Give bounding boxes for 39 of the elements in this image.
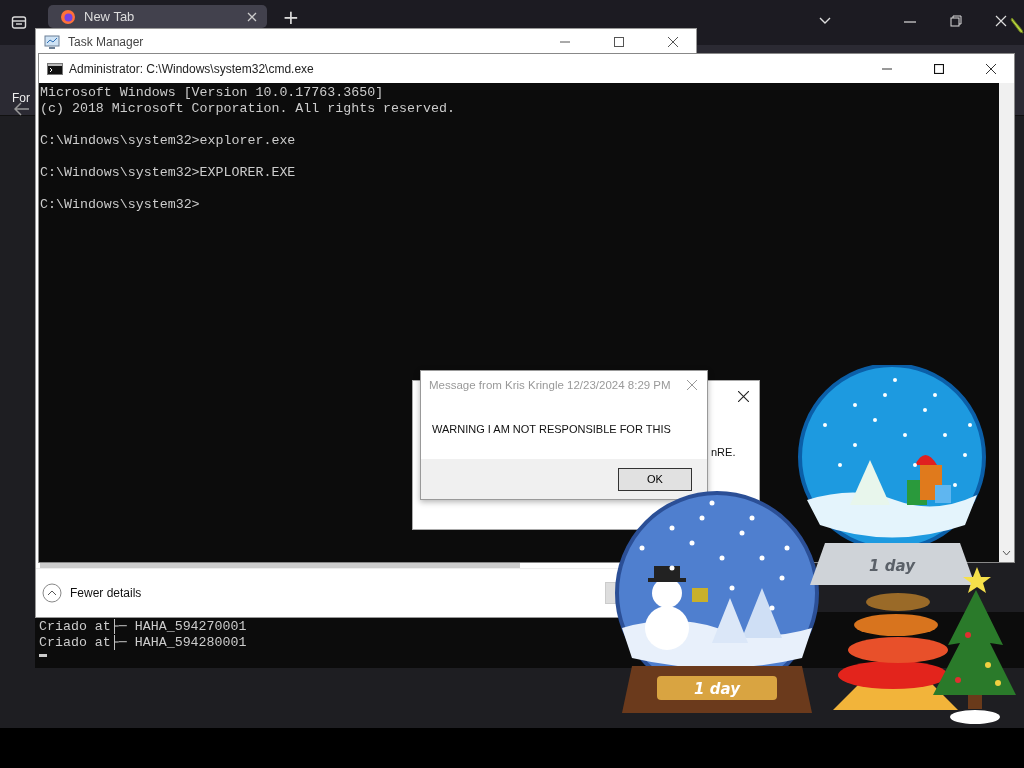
fewer-details-link[interactable]: Fewer details	[70, 586, 142, 600]
console-line: (c) 2018 Microsoft Corporation. All rights reserved.	[40, 101, 455, 117]
new-tab-button[interactable]: +	[278, 5, 304, 27]
footer-button[interactable]	[605, 582, 616, 604]
browser-tab[interactable]: New Tab	[48, 5, 267, 28]
day-label: 1 day	[694, 680, 740, 698]
chevron-down-icon[interactable]	[1002, 550, 1011, 556]
tab-list-icon[interactable]	[11, 14, 27, 30]
back-arrow-icon[interactable]	[14, 102, 30, 116]
sidebar-text: For	[12, 91, 30, 105]
restore-icon[interactable]	[950, 15, 962, 27]
close-icon[interactable]	[738, 391, 749, 402]
ok-button[interactable]: OK	[618, 467, 692, 491]
console-line: Criado at├─ HAHA_594280001	[39, 635, 247, 651]
window-title: Task Manager	[68, 35, 144, 49]
console-line: Criado at├─ HAHA_594270001	[39, 619, 247, 634]
scrollbar[interactable]	[40, 563, 520, 568]
maximize-icon[interactable]	[934, 63, 944, 74]
close-icon[interactable]	[986, 63, 996, 74]
tab-title: New Tab	[84, 9, 136, 24]
app-icon	[60, 8, 76, 25]
console-line: C:\Windows\system32>explorer.exe	[40, 133, 296, 149]
close-icon[interactable]	[668, 37, 678, 47]
monitor-icon	[44, 34, 60, 50]
maximize-icon[interactable]	[614, 37, 624, 47]
day-label: 1 day	[869, 557, 915, 575]
window-title: Administrator: C:\Windows\system32\cmd.exe	[69, 61, 314, 76]
cursor	[39, 654, 47, 657]
scrollbar[interactable]	[999, 83, 1014, 562]
dialog-text: nRE.	[711, 446, 736, 458]
pencil-icon	[1010, 16, 1024, 34]
console-line: C:\Windows\system32>	[40, 197, 200, 213]
message-text: WARNING I AM NOT RESPONSIBLE FOR THIS	[431, 422, 672, 437]
console-line: Microsoft Windows [Version 10.0.17763.3650]	[40, 85, 384, 101]
console-line: C:\Windows\system32>EXPLORER.EXE	[40, 165, 296, 181]
chevron-up-icon[interactable]	[42, 583, 62, 603]
console-icon	[47, 62, 63, 75]
window-title: Message from Kris Kringle 12/23/2024 8:29 PM	[429, 379, 672, 391]
minimize-icon[interactable]	[904, 18, 916, 26]
